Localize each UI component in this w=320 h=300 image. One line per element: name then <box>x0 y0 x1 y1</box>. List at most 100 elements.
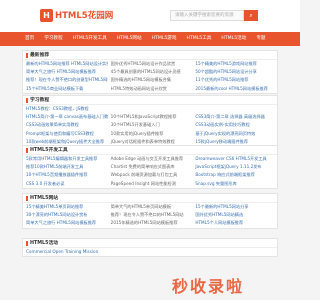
nav-item[interactable]: HTML5游戏 <box>152 32 177 46</box>
link-row: 30个漂亮的HTML5网站设计赏析 推荐！现在令人赞不绝口的HTML5网站 国外优秀… <box>23 211 277 219</box>
article-link[interactable]: 简单大气之旅行 HTML5网站模板推荐 <box>23 219 108 227</box>
section-title-text: 最新推荐 <box>30 52 50 58</box>
article-link[interactable]: Chartist 免费的简单响应式图表库 <box>108 163 193 171</box>
article-link[interactable]: Snap.svg 矢量图形库 <box>192 180 277 188</box>
article-link[interactable]: 10个HTML5音频播放器插件推荐 <box>23 171 108 179</box>
nav-item[interactable]: HTML5网站 <box>117 32 142 46</box>
article-link[interactable]: HTML5教程：CSS3教程，JS教程 <box>23 105 108 113</box>
article-link <box>192 248 277 256</box>
article-link[interactable]: 11个优秀的HTML5网站推荐 <box>192 76 277 84</box>
article-link[interactable]: 2015年精选的HTML5网站模板推荐 <box>108 219 193 227</box>
article-link[interactable]: 5款常用HTML5编辑器和开发工具推荐 <box>23 155 108 163</box>
article-link[interactable]: 15个最新的HTML5网站分享 <box>192 203 277 211</box>
link-row: Commercial Open Training Mission <box>23 248 277 256</box>
article-link[interactable]: 15个精美的HTML5游戏网站推荐 <box>192 60 277 68</box>
link-row: 推荐！现在令人赞不绝口的创意型HTML5网站 国外精选的HTML5网站模板合集 11… <box>23 76 277 84</box>
article-link[interactable]: JavaScript框架jQuery 1.11.2发布 <box>192 163 277 171</box>
article-link[interactable]: Prompt框架与使用和编写CSS3教程 <box>23 130 108 138</box>
section-title: HTML5网站 <box>23 194 277 203</box>
article-link[interactable]: CSS3动画实例-实用技巧教程 <box>192 121 277 129</box>
article-link[interactable]: HTML5特效动画网站设计欣赏 <box>108 85 193 93</box>
article-link[interactable]: 45个最具创意的HTML5网站设计灵感 <box>108 68 193 76</box>
link-row: 15个精美HTML5单页网站推荐 简单大气的HTML5单页网站模板 15个最新的HT… <box>23 203 277 211</box>
article-link[interactable]: Adobe Edge 动画与交互开发工具推荐 <box>108 155 193 163</box>
article-link[interactable]: Commercial Open Training Mission <box>23 248 108 256</box>
article-link[interactable]: 15个HTML5商业网站模板下载 <box>23 85 108 93</box>
link-row: Prompt框架与使用和编写CSS3教程 10款实用的jQuery插件推荐 基于jQ… <box>23 130 277 138</box>
article-link[interactable]: CSS3动画效果简单实用教程 <box>23 121 108 129</box>
main-nav: 首页 学习教程 HTML5开发工具 HTML5网站 HTML5游戏 HTML5工具 HTML… <box>0 32 300 46</box>
article-link <box>192 105 277 113</box>
section-marker-icon <box>26 240 28 246</box>
article-link[interactable]: 30个HTML5开发基础入门 <box>108 121 193 129</box>
section-title: HTML5活动 <box>23 239 277 248</box>
article-link[interactable]: HTML5简介-第一章 canvas画布基础入门教程 <box>23 113 108 121</box>
content-section: HTML5活动 Commercial Open Training Mission <box>22 238 278 258</box>
article-link[interactable]: 国外精选的HTML5网站模板合集 <box>108 76 193 84</box>
search-button[interactable]: ⌕ <box>244 10 258 21</box>
article-link[interactable]: 推荐！现在令人赞不绝口的HTML5网站 <box>108 211 193 219</box>
search-input[interactable]: 请输入关键字搜索您要的资源 <box>170 10 244 21</box>
nav-item[interactable]: 专题 <box>256 32 265 46</box>
article-link[interactable]: 推荐10款HTML5前端开发工具 <box>23 163 108 171</box>
link-row: CSS 3.0 开发者必读 PageSpeed Insight 网站性能检测 Sna… <box>23 180 277 188</box>
link-row: 最新的HTML5网站推荐 HTML5网站设计实例 国外优秀HTML5网站设计作品欣… <box>23 60 277 68</box>
article-link[interactable]: 10款实用的jQuery插件推荐 <box>108 130 193 138</box>
section-title-text: HTML5开发工具 <box>30 147 68 153</box>
content-section: HTML5开发工具 5款常用HTML5编辑器和开发工具推荐 Adobe Edge 动… <box>22 145 278 189</box>
link-row: 10个HTML5音频播放器插件推荐 Webpack 前端资源加载与打包工具 Boot… <box>23 171 277 179</box>
site-header: H HTML5花园网 请输入关键字搜索您要的资源 ⌕ <box>0 0 300 32</box>
article-link[interactable]: Webpack 前端资源加载与打包工具 <box>108 171 193 179</box>
page: H HTML5花园网 请输入关键字搜索您要的资源 ⌕ 首页 学习教程 HTML5开发… <box>0 0 300 300</box>
link-row: 简单大气之旅行 HTML5网站模板推荐 2015年精选的HTML5网站模板推荐 HT… <box>23 219 277 227</box>
article-link[interactable]: 推荐！现在令人赞不绝口的创意型HTML5网站 <box>23 76 108 84</box>
article-link[interactable]: CSS 3.0 开发者必读 <box>23 180 108 188</box>
link-row: HTML5教程：CSS3教程，JS教程 <box>23 105 277 113</box>
logo-mark: H <box>40 8 53 22</box>
nav-item[interactable]: HTML5开发工具 <box>73 32 107 46</box>
section-marker-icon <box>26 147 28 153</box>
section-title-text: HTML5活动 <box>30 240 59 246</box>
article-link[interactable]: 国外优秀HTML5网站精选 <box>192 211 277 219</box>
article-link[interactable]: 30个漂亮的HTML5网站设计赏析 <box>23 211 108 219</box>
article-link[interactable]: Dreamweaver CS6 HTML5开发工具 <box>192 155 277 163</box>
nav-item[interactable]: 学习教程 <box>44 32 62 46</box>
content-section: HTML5网站 15个精美HTML5单页网站推荐 简单大气的HTML5单页网站模板 1… <box>22 193 278 229</box>
link-row: CSS3动画效果简单实用教程 30个HTML5开发基础入门 CSS3动画实例-实用技… <box>23 121 277 129</box>
article-link[interactable]: 最新的HTML5网站推荐 HTML5网站设计实例 <box>23 60 108 68</box>
logo-text: HTML5花园网 <box>55 11 114 21</box>
link-row: 15个HTML5商业网站模板下载 HTML5特效动画网站设计欣赏 2015最新的co… <box>23 85 277 93</box>
nav-item[interactable]: HTML5工具 <box>187 32 212 46</box>
article-link[interactable]: 基于jQuery实现的漂亮网页特效 <box>192 130 277 138</box>
content-section: 最新推荐最新的HTML5网站推荐 HTML5网站设计实例 国外优秀HTML5网站设… <box>22 50 278 94</box>
link-row: 5款常用HTML5编辑器和开发工具推荐 Adobe Edge 动画与交互开发工具推… <box>23 155 277 163</box>
section-title: 学习教程 <box>23 96 277 105</box>
article-link[interactable]: HTML5个人网站模板推荐 <box>192 219 277 227</box>
content-section: 学习教程 HTML5教程：CSS3教程，JS教程 HTML5简介-第一章 canva… <box>22 95 278 147</box>
article-link[interactable]: 国外优秀HTML5网站设计作品欣赏 <box>108 60 193 68</box>
section-title: 最新推荐 <box>23 51 277 60</box>
article-link[interactable]: 简单大气之旅行 HTML5网站模板推荐 <box>23 68 108 76</box>
article-link[interactable]: PageSpeed Insight 网站性能检测 <box>108 180 193 188</box>
article-link[interactable]: 10个HTML5和JavaScript教程推荐 <box>108 113 193 121</box>
watermark-logo: 秒收录啦 <box>172 277 245 296</box>
article-link[interactable]: 15个精美HTML5单页网站推荐 <box>23 203 108 211</box>
section-title-text: HTML5网站 <box>30 195 59 201</box>
link-row: 推荐10款HTML5前端开发工具 Chartist 免费的简单响应式图表库 Java… <box>23 163 277 171</box>
article-link[interactable]: 简单大气的HTML5单页网站模板 <box>108 203 193 211</box>
site-logo[interactable]: H HTML5花园网 <box>40 8 113 22</box>
article-link[interactable]: 50个超酷的HTML5网站设计分享 <box>192 68 277 76</box>
section-title: HTML5开发工具 <box>23 146 277 155</box>
section-marker-icon <box>26 195 28 201</box>
article-link[interactable]: Bootstrap 响应式前端框架推荐 <box>192 171 277 179</box>
link-row: 简单大气之旅行 HTML5网站模板推荐 45个最具创意的HTML5网站设计灵感 50… <box>23 68 277 76</box>
article-link[interactable]: 2015最新的cool HTML5网站模板推荐 <box>192 85 277 93</box>
article-link <box>108 248 193 256</box>
section-marker-icon <box>26 52 28 58</box>
article-link <box>108 105 193 113</box>
link-row: HTML5简介-第一章 canvas画布基础入门教程 10个HTML5和JavaS… <box>23 113 277 121</box>
nav-item[interactable]: HTML5活动 <box>221 32 246 46</box>
article-link[interactable]: CSS3简介-第二章 选择器 高级选择器 <box>192 113 277 121</box>
nav-item[interactable]: 首页 <box>25 32 34 46</box>
section-marker-icon <box>26 97 28 103</box>
